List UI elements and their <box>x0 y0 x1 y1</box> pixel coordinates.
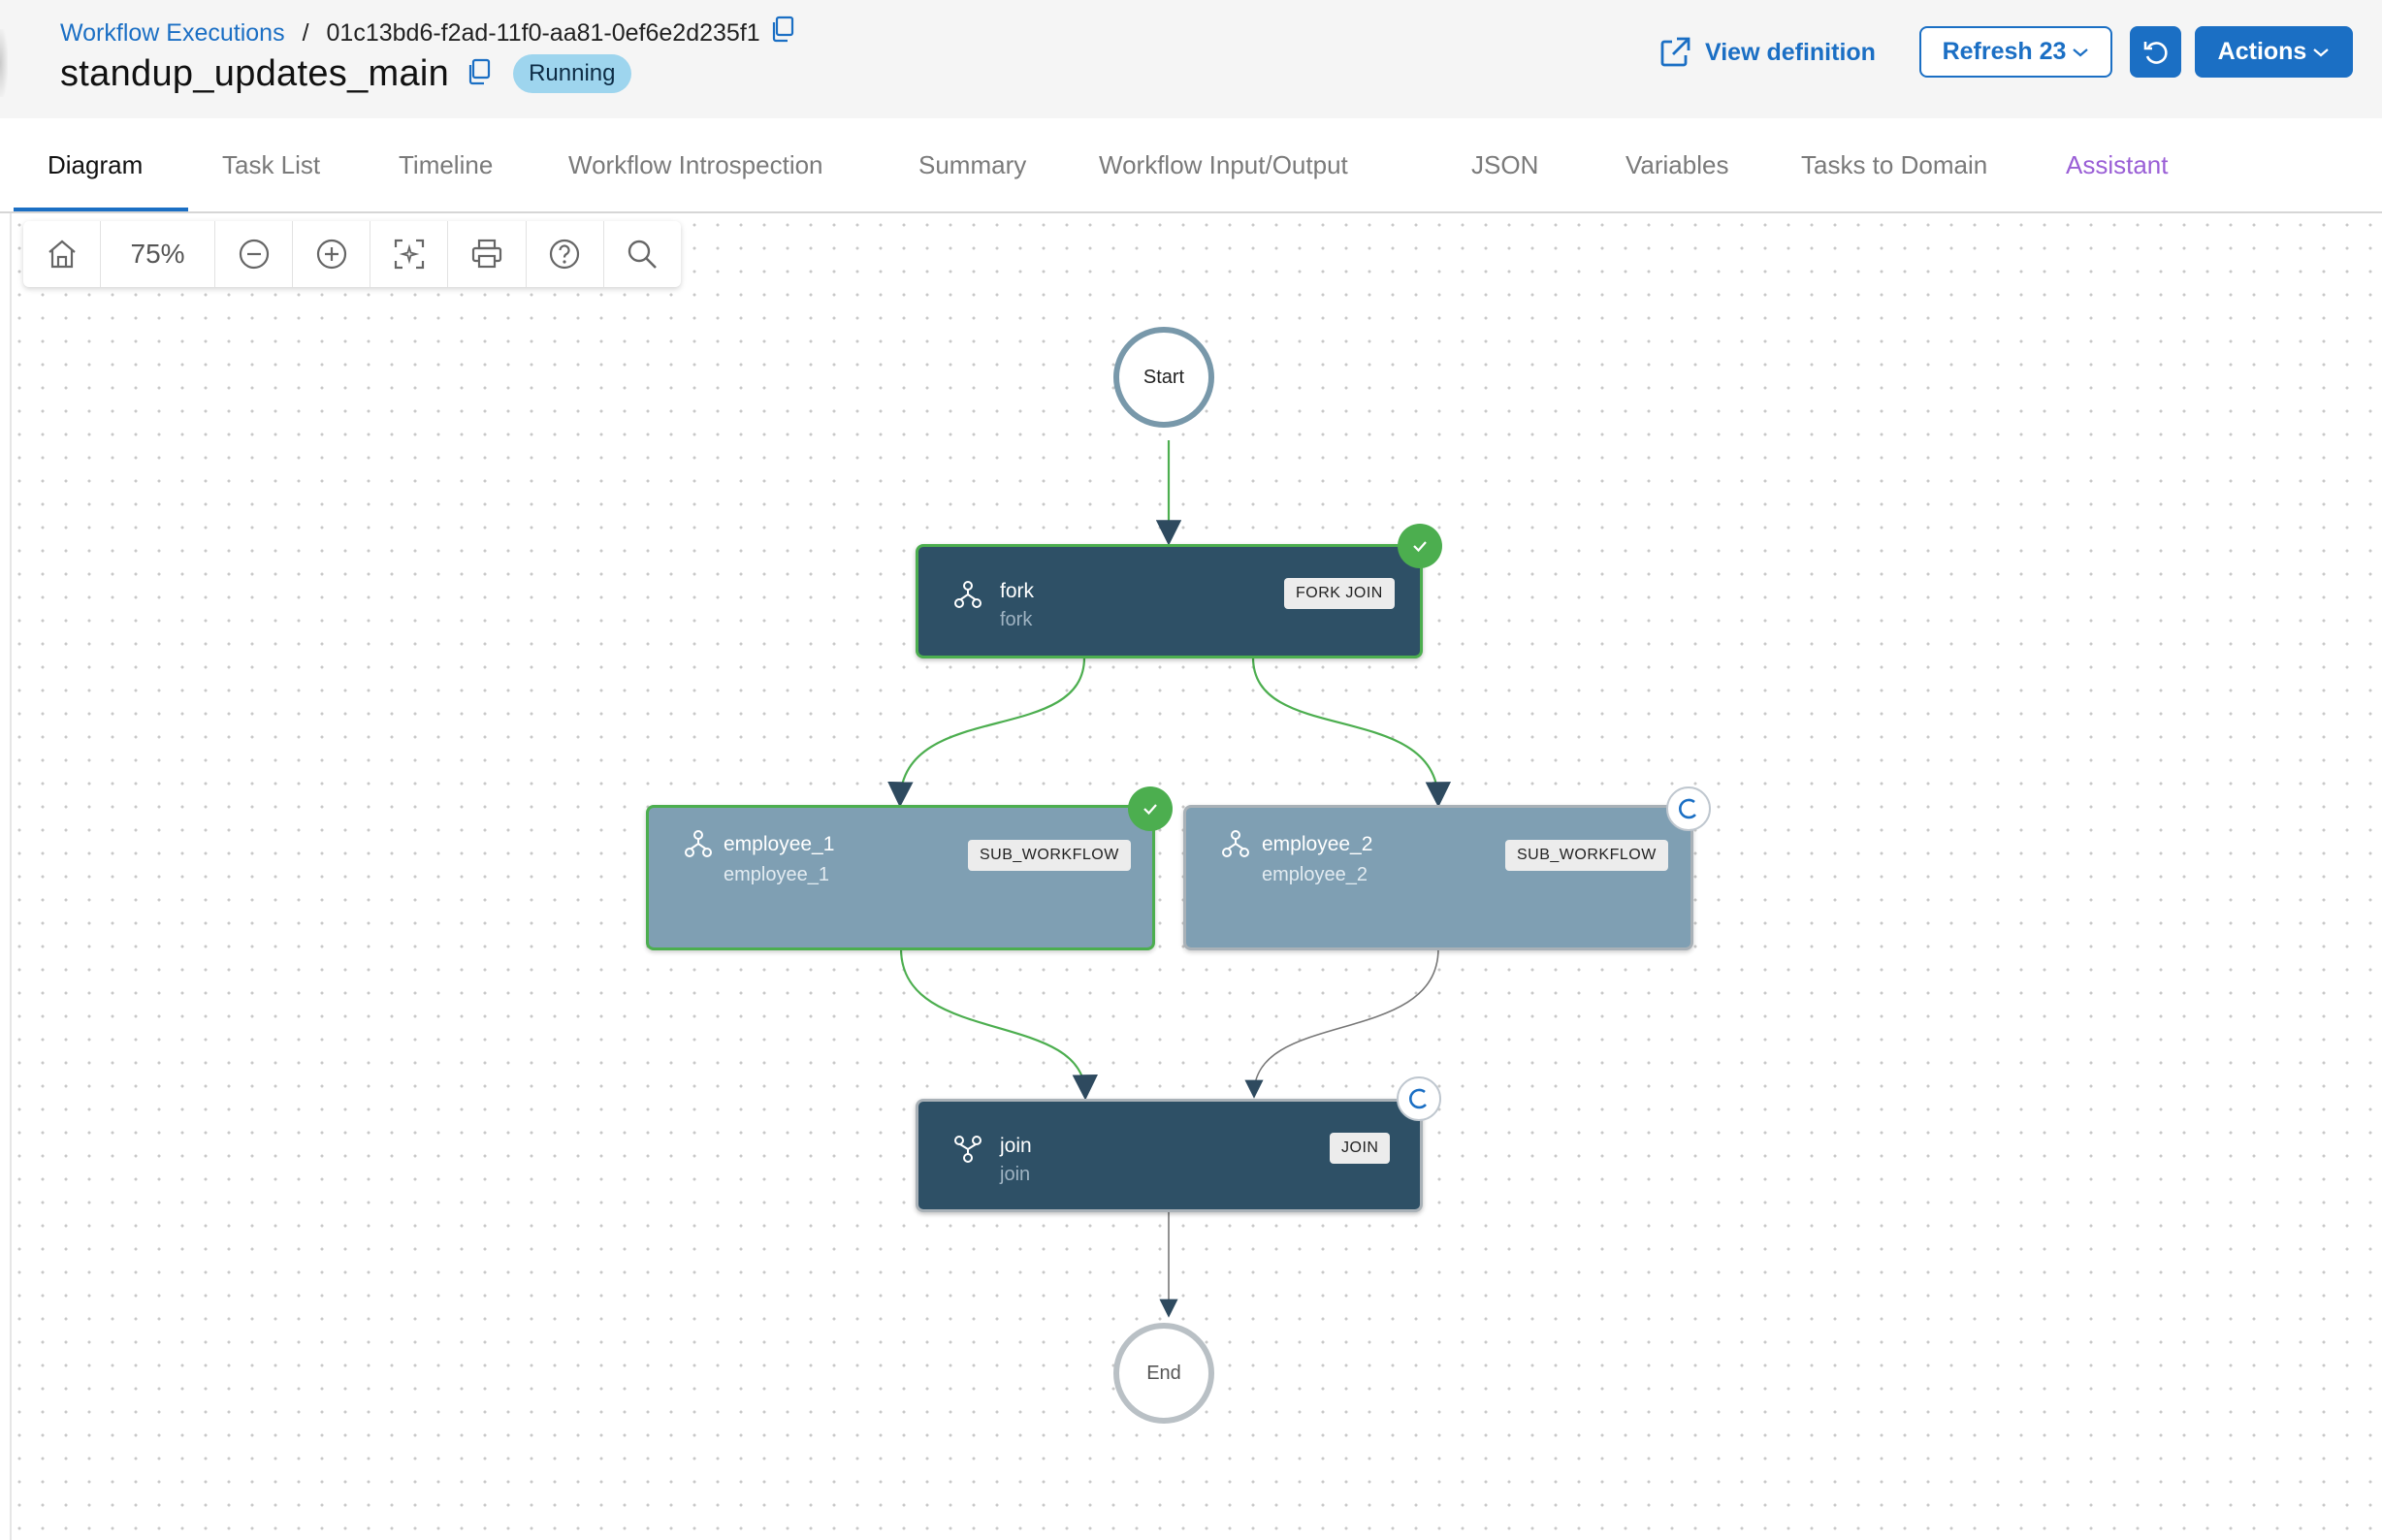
task-name: employee_1 <box>724 833 835 855</box>
edge-fork-to-employee-2 <box>1251 657 1451 808</box>
task-ref: fork <box>1000 609 1033 630</box>
status-completed-icon <box>1128 786 1173 831</box>
task-name: employee_2 <box>1262 833 1373 855</box>
start-node[interactable]: Start <box>1113 327 1214 428</box>
task-type-badge: FORK JOIN <box>1284 578 1395 609</box>
task-node-join[interactable]: join join JOIN <box>916 1099 1423 1212</box>
task-name: fork <box>1000 580 1035 602</box>
task-type-badge: SUB_WORKFLOW <box>1505 840 1668 871</box>
status-in-progress-icon <box>1666 786 1711 831</box>
edge-employee-1-to-join <box>899 947 1098 1101</box>
task-node-employee-1[interactable]: employee_1 employee_1 SUB_WORKFLOW <box>646 805 1155 950</box>
task-ref: join <box>1000 1164 1031 1185</box>
status-in-progress-icon <box>1397 1076 1441 1121</box>
status-completed-icon <box>1398 524 1442 568</box>
task-node-fork[interactable]: fork fork FORK JOIN <box>916 544 1423 658</box>
end-node-label: End <box>1146 1362 1181 1384</box>
task-ref: employee_1 <box>724 864 829 885</box>
diagram-edges <box>887 440 1451 1318</box>
task-ref: employee_2 <box>1262 864 1368 885</box>
task-type-badge: SUB_WORKFLOW <box>968 840 1131 871</box>
sub-workflow-icon <box>1221 829 1250 863</box>
task-node-employee-2[interactable]: employee_2 employee_2 SUB_WORKFLOW <box>1183 805 1693 950</box>
fork-icon <box>953 580 982 614</box>
edge-fork-to-employee-1 <box>887 657 1086 808</box>
end-node[interactable]: End <box>1113 1323 1214 1424</box>
join-icon <box>953 1135 982 1169</box>
sub-workflow-icon <box>684 829 713 863</box>
edge-employee-2-to-join <box>1244 947 1439 1099</box>
task-type-badge: JOIN <box>1330 1133 1391 1164</box>
task-name: join <box>1000 1135 1032 1157</box>
start-node-label: Start <box>1143 366 1185 388</box>
